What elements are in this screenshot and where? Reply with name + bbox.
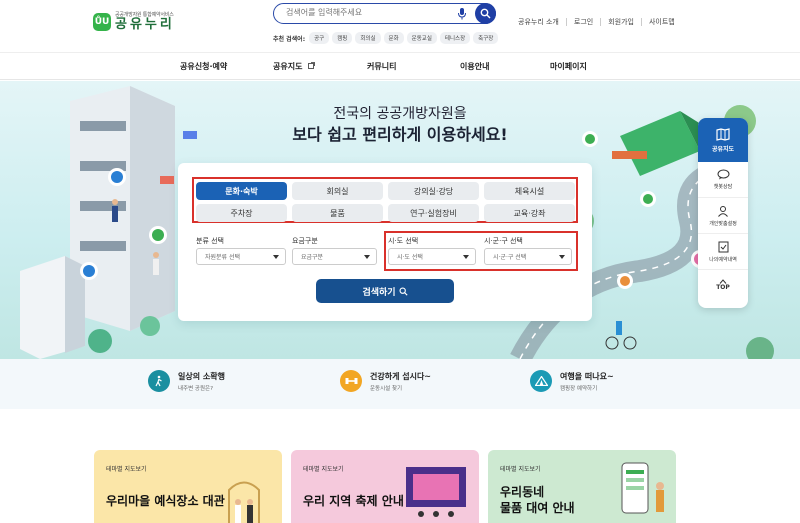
- map-icon: [716, 127, 730, 141]
- recommended-tag[interactable]: 문화: [383, 32, 404, 44]
- theme-card-festival[interactable]: 테마별 지도보기 우리 지역 축제 안내: [291, 450, 479, 523]
- recommended-label: 추천 검색어:: [273, 35, 306, 43]
- quick-menu: 공유지도 챗봇상담 개인맞춤설정 나의예약내역 TOP: [698, 118, 748, 308]
- external-link-icon: [308, 62, 316, 69]
- type-select[interactable]: 자원분류 선택: [196, 248, 286, 265]
- rental-illustration: [621, 462, 664, 514]
- dumbbell-icon: [340, 370, 362, 392]
- search-input[interactable]: [286, 8, 446, 17]
- recommended-tag[interactable]: 축구장: [473, 32, 499, 44]
- search-icon: [480, 8, 491, 19]
- walking-icon: [148, 370, 170, 392]
- search-icon: [399, 286, 408, 296]
- link-about[interactable]: 공유누리 소개: [518, 17, 559, 27]
- category-culture[interactable]: 문화·숙박: [196, 182, 287, 200]
- nav-item-reservation[interactable]: 공유신청·예약: [180, 61, 227, 72]
- user-icon: [718, 205, 728, 217]
- filter-label-district: 시·군·구 선택: [484, 237, 523, 245]
- recommended-tag[interactable]: 회의실: [355, 32, 381, 44]
- feature-strip: 일상의 소확행 내주변 공원은? 건강하게 섭시다~ 운동시설 찾기 여행을 떠…: [0, 359, 800, 409]
- nav-item-guide[interactable]: 이용안내: [460, 61, 489, 72]
- feature-item-camping[interactable]: 여행을 떠나요~ 캠핑장 예약하기: [530, 370, 614, 392]
- district-select[interactable]: 시·군·구 선택: [484, 248, 572, 265]
- link-signup[interactable]: 회원가입: [608, 17, 634, 27]
- chevron-down-icon: [463, 255, 469, 259]
- festival-illustration: [406, 467, 466, 517]
- nav-item-community[interactable]: 커뮤니티: [367, 61, 396, 72]
- filter-label-province: 시·도 선택: [388, 237, 419, 245]
- chat-icon: [717, 169, 729, 180]
- hero-section: 전국의 공공개방자원을 보다 쉽고 편리하게 이용하세요! 문화·숙박 회의실 …: [0, 81, 800, 359]
- checklist-icon: [718, 241, 728, 252]
- filter-label-type: 분류 선택: [196, 237, 224, 245]
- filter-label-fee: 요금구분: [292, 237, 318, 245]
- category-parking[interactable]: 주차장: [196, 204, 287, 222]
- logo-title: 공유누리: [115, 17, 175, 32]
- recommended-keywords: 추천 검색어: 공구 캠핑 회의실 문화 운동교실 테니스장 축구장: [273, 32, 501, 44]
- nav-item-map[interactable]: 공유지도: [273, 61, 316, 72]
- search-submit-button[interactable]: 검색하기: [316, 279, 454, 303]
- quick-menu-personalize[interactable]: 개인맞춤설정: [698, 198, 748, 234]
- recommended-tag[interactable]: 캠핑: [332, 32, 353, 44]
- wedding-illustration: [228, 481, 260, 523]
- category-lab-equipment[interactable]: 연구·실험장비: [388, 204, 479, 222]
- category-sports[interactable]: 체육시설: [484, 182, 575, 200]
- header: ŮU 공공개방자원 통합예약서비스 공유누리 추천 검색어: 공구: [0, 0, 800, 50]
- recommended-tag[interactable]: 공구: [309, 32, 330, 44]
- scroll-top-button[interactable]: TOP: [698, 270, 748, 300]
- tent-icon: [530, 370, 552, 392]
- quick-menu-map[interactable]: 공유지도: [698, 118, 748, 162]
- quick-menu-my-reservations[interactable]: 나의예약내역: [698, 234, 748, 270]
- hero-title-line2: 보다 쉽고 편리하게 이용하세요!: [292, 125, 508, 144]
- fee-select[interactable]: 요금구분: [292, 248, 377, 265]
- chevron-down-icon: [364, 255, 370, 259]
- search-button[interactable]: [475, 3, 496, 24]
- hero-title-line1: 전국의 공공개방자원을: [333, 106, 467, 122]
- theme-card-wedding[interactable]: 테마별 지도보기 우리마을 예식장소 대관: [94, 450, 282, 523]
- quick-menu-chatbot[interactable]: 챗봇상담: [698, 162, 748, 198]
- site-logo[interactable]: ŮU 공공개방자원 통합예약서비스 공유누리: [93, 11, 175, 32]
- province-select[interactable]: 시·도 선택: [388, 248, 476, 265]
- recommended-tag[interactable]: 테니스장: [439, 32, 471, 44]
- logo-mark: ŮU: [93, 12, 111, 31]
- category-education[interactable]: 교육·강좌: [484, 204, 575, 222]
- category-goods[interactable]: 물품: [292, 204, 383, 222]
- search-box: [273, 3, 496, 24]
- category-lecture-hall[interactable]: 강의실·강당: [388, 182, 479, 200]
- recommended-tag[interactable]: 운동교실: [406, 32, 437, 44]
- link-sitemap[interactable]: 사이트맵: [649, 17, 675, 27]
- microphone-icon[interactable]: [457, 8, 467, 20]
- page: ŮU 공공개방자원 통합예약서비스 공유누리 추천 검색어: 공구: [0, 0, 800, 523]
- chevron-down-icon: [559, 255, 565, 259]
- main-nav: 공유신청·예약 공유지도 커뮤니티 이용안내 마이페이지: [0, 52, 800, 80]
- category-meeting-room[interactable]: 회의실: [292, 182, 383, 200]
- feature-item-parks[interactable]: 일상의 소확행 내주변 공원은?: [148, 370, 225, 392]
- feature-item-sports[interactable]: 건강하게 섭시다~ 운동시설 찾기: [340, 370, 431, 392]
- utility-links: 공유누리 소개 로그인 회원가입 사이트맵: [518, 17, 675, 27]
- nav-item-mypage[interactable]: 마이페이지: [550, 61, 587, 72]
- link-login[interactable]: 로그인: [574, 17, 593, 27]
- chevron-down-icon: [273, 255, 279, 259]
- resource-search-panel: 문화·숙박 회의실 강의실·강당 체육시설 주차장 물품 연구·실험장비 교육·…: [178, 163, 592, 321]
- theme-card-rental[interactable]: 테마별 지도보기 우리동네 물품 대여 안내: [488, 450, 676, 523]
